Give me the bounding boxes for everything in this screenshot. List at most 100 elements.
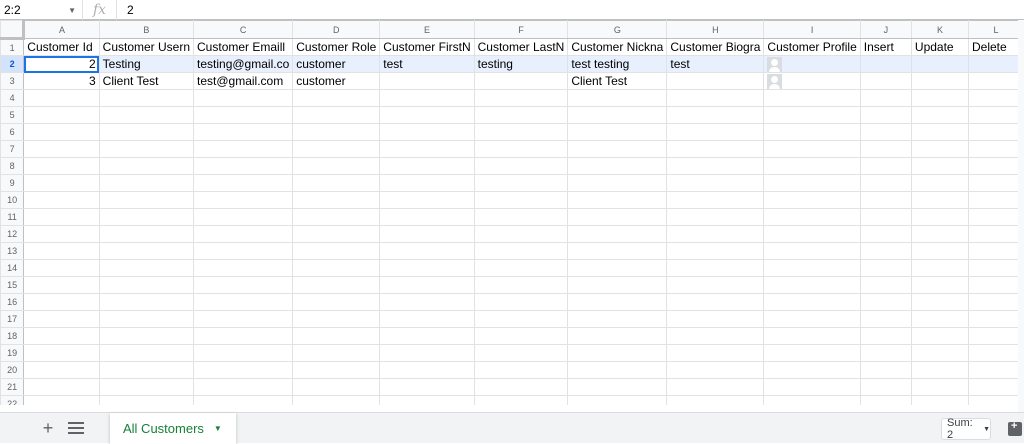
cell[interactable] [968,140,1024,158]
cell[interactable] [98,106,195,124]
cell[interactable] [910,293,970,311]
cell[interactable] [763,89,861,107]
column-header-f[interactable]: F [473,20,569,39]
cell[interactable] [666,310,765,328]
cell[interactable] [473,293,569,311]
cell[interactable] [968,72,1024,90]
cell[interactable] [763,395,861,405]
cell[interactable] [292,123,381,141]
cell[interactable] [473,259,569,277]
cell[interactable] [193,259,294,277]
cell[interactable] [473,140,569,158]
cell[interactable] [473,157,569,175]
cell[interactable] [98,293,195,311]
cell[interactable] [666,106,765,124]
cell[interactable] [98,191,195,209]
cell[interactable] [292,191,381,209]
cell[interactable] [292,378,381,396]
cell[interactable] [859,310,912,328]
cell[interactable] [859,361,912,379]
cell[interactable] [567,259,668,277]
cell[interactable]: Client Test [98,72,195,90]
cell[interactable] [567,242,668,260]
cell[interactable] [292,395,381,405]
cell[interactable] [379,310,475,328]
cell[interactable]: testing@gmail.co [193,55,294,73]
cell[interactable] [193,361,294,379]
cell[interactable] [98,310,195,328]
cell[interactable] [910,174,970,192]
cell[interactable] [23,276,100,294]
cell[interactable] [193,208,294,226]
cell[interactable] [666,225,765,243]
cell[interactable] [968,191,1024,209]
column-header-k[interactable]: K [910,20,970,39]
cell[interactable]: Customer Usern [98,38,195,56]
cell[interactable] [666,344,765,362]
all-sheets-menu-icon[interactable] [66,421,86,435]
cell[interactable] [859,225,912,243]
cell[interactable] [763,327,861,345]
cell[interactable] [763,140,861,158]
cell[interactable] [859,72,912,90]
cell[interactable] [193,191,294,209]
cell[interactable] [763,191,861,209]
row-header[interactable]: 22 [0,395,25,405]
row-header[interactable]: 9 [0,174,25,192]
cell[interactable] [567,140,668,158]
cell[interactable] [763,310,861,328]
column-header-c[interactable]: C [193,20,294,39]
cell[interactable] [763,378,861,396]
cell[interactable] [968,378,1024,396]
cell[interactable] [473,242,569,260]
cell[interactable] [763,276,861,294]
cell[interactable] [23,208,100,226]
cell[interactable] [666,361,765,379]
cell[interactable] [292,242,381,260]
cell[interactable] [292,293,381,311]
cell[interactable] [23,123,100,141]
cell[interactable] [666,395,765,405]
cell[interactable] [292,174,381,192]
cell[interactable] [193,225,294,243]
cell[interactable] [292,89,381,107]
cell[interactable]: Customer LastN [473,38,569,56]
cell[interactable] [98,276,195,294]
cell[interactable] [567,225,668,243]
cell[interactable] [23,395,100,405]
cell[interactable]: 3 [23,72,100,90]
sum-indicator[interactable]: Sum: 2 ▼ [941,417,991,441]
cell[interactable] [379,361,475,379]
cell[interactable] [968,55,1024,73]
chevron-down-icon[interactable]: ▼ [214,424,222,433]
row-header[interactable]: 17 [0,310,25,328]
cell[interactable] [567,174,668,192]
row-header[interactable]: 13 [0,242,25,260]
cell[interactable] [23,140,100,158]
cell[interactable] [666,378,765,396]
cell[interactable]: test testing [567,55,668,73]
cell[interactable] [193,378,294,396]
cell[interactable] [193,123,294,141]
cell[interactable] [859,293,912,311]
cell[interactable] [23,327,100,345]
cell[interactable] [968,225,1024,243]
cell[interactable]: test [666,55,765,73]
cell[interactable]: Client Test [567,72,668,90]
cell[interactable] [666,89,765,107]
cell[interactable] [98,259,195,277]
vertical-scrollbar[interactable] [1018,20,1024,412]
cell[interactable] [968,106,1024,124]
cell[interactable] [379,123,475,141]
add-sheet-icon[interactable]: + [38,418,58,438]
cell[interactable] [379,344,475,362]
cell[interactable] [98,174,195,192]
cell[interactable] [763,259,861,277]
cell[interactable] [193,89,294,107]
cell[interactable] [23,225,100,243]
row-header[interactable]: 1 [0,38,25,56]
cell[interactable] [379,72,475,90]
cell[interactable] [567,378,668,396]
row-header[interactable]: 3 [0,72,25,90]
cell[interactable] [859,106,912,124]
